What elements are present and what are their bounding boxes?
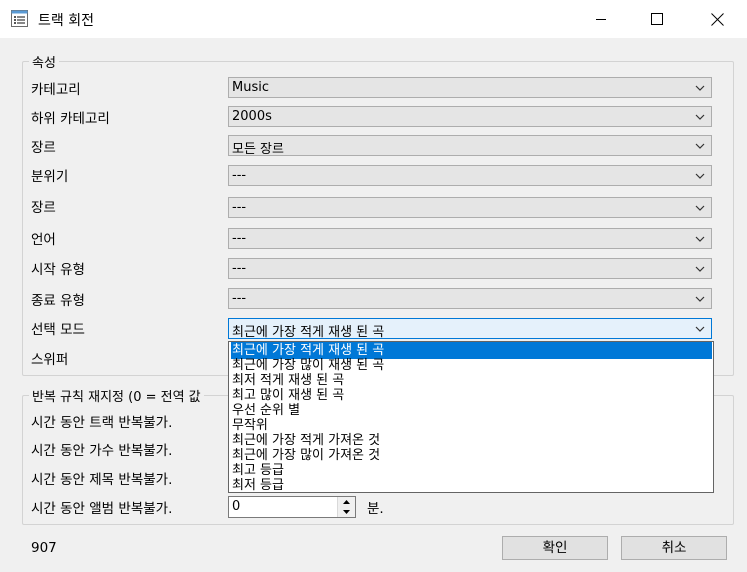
genre-value: 모든 장르 [232,142,284,157]
end-type-select[interactable]: --- [228,288,712,309]
track-repeat-label: 시간 동안 트랙 반복불가. [31,415,173,431]
chevron-down-icon [695,114,705,120]
category-value: Music [232,80,269,95]
subcategory-value: 2000s [232,109,272,124]
spin-down-button[interactable] [338,507,355,517]
chevron-down-icon [695,236,705,242]
close-button[interactable] [689,0,745,38]
id-text: 907 [31,540,57,556]
select-mode-value: 최근에 가장 적게 재생 된 곡 [232,325,385,340]
spinner-buttons [337,497,355,517]
genre-select[interactable]: 모든 장르 [228,135,712,157]
title-repeat-label: 시간 동안 제목 반복불가. [31,472,173,488]
sweeper-label: 스위퍼 [31,352,69,368]
genre-label: 장르 [31,140,56,156]
mood-value: --- [232,168,247,183]
triangle-down-icon [343,510,350,514]
select-mode-label: 선택 모드 [31,322,85,338]
close-icon [710,12,724,26]
minimize-icon [596,19,606,20]
chevron-down-icon [695,173,705,179]
language-label: 언어 [31,232,56,248]
window-title: 트랙 회전 [38,13,94,29]
maximize-button[interactable] [629,0,685,38]
album-repeat-unit: 분. [367,501,384,517]
cancel-button[interactable]: 취소 [621,536,727,560]
album-repeat-label: 시간 동안 앨범 반복불가. [31,501,173,517]
mood-select[interactable]: --- [228,165,712,186]
genre-2-label: 장르 [31,200,56,216]
chevron-down-icon [695,205,705,211]
maximize-icon [651,13,663,25]
select-mode-select[interactable]: 최근에 가장 적게 재생 된 곡 [228,318,712,340]
title-bar: 트랙 회전 [0,0,747,38]
chevron-down-icon [695,326,705,332]
category-select[interactable]: Music [228,77,712,98]
genre-2-value: --- [232,200,247,215]
subcategory-label: 하위 카테고리 [31,111,110,127]
artist-repeat-label: 시간 동안 가수 반복불가. [31,443,173,459]
album-repeat-value: 0 [232,499,241,514]
start-type-select[interactable]: --- [228,258,712,279]
end-type-value: --- [232,291,247,306]
triangle-up-icon [343,500,350,504]
minimize-button[interactable] [573,0,629,38]
ok-button[interactable]: 확인 [502,536,608,560]
start-type-label: 시작 유형 [31,262,85,278]
category-label: 카테고리 [31,82,81,98]
mood-label: 분위기 [31,169,69,185]
chevron-down-icon [695,266,705,272]
album-repeat-spinner[interactable]: 0 [228,496,356,518]
properties-group-title: 속성 [29,52,59,71]
start-type-value: --- [232,261,247,276]
chevron-down-icon [695,143,705,149]
subcategory-select[interactable]: 2000s [228,106,712,127]
select-mode-dropdown-list[interactable]: 최근에 가장 적게 재생 된 곡 최근에 가장 많이 재생 된 곡 최저 적게 … [228,341,714,493]
language-select[interactable]: --- [228,228,712,249]
dropdown-option[interactable]: 최저 등급 [231,477,284,492]
language-value: --- [232,231,247,246]
genre-2-select[interactable]: --- [228,197,712,218]
app-list-icon [11,10,28,27]
end-type-label: 종료 유형 [31,293,85,309]
repeat-rules-group-title: 반복 규칙 재지정 (0 = 전역 값 [29,386,204,405]
chevron-down-icon [695,85,705,91]
chevron-down-icon [695,296,705,302]
